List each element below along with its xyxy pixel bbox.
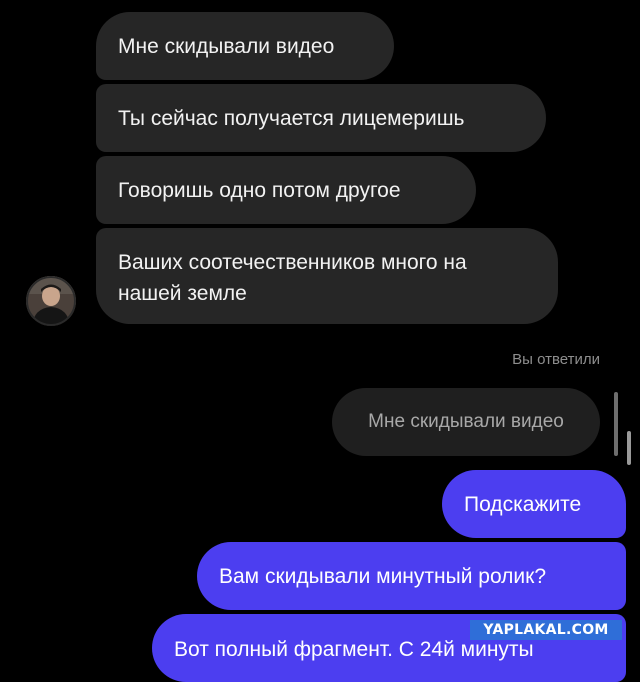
message-text: Вам скидывали минутный ролик? bbox=[219, 564, 547, 588]
quoted-message[interactable]: Мне скидывали видео bbox=[332, 388, 600, 456]
incoming-message[interactable]: Мне скидывали видео bbox=[96, 12, 394, 80]
reply-indicator-bar bbox=[614, 392, 618, 456]
avatar-image bbox=[26, 276, 76, 326]
reply-label: Вы ответили bbox=[512, 351, 600, 368]
incoming-message[interactable]: Говоришь одно потом другое bbox=[96, 156, 476, 224]
message-thread: Мне скидывали видео Ты сейчас получается… bbox=[0, 0, 640, 682]
scrollbar-thumb[interactable] bbox=[627, 431, 631, 465]
message-text: Ваших соотечественников много на нашей з… bbox=[118, 251, 467, 305]
outgoing-message[interactable]: Подскажите bbox=[442, 470, 626, 538]
message-text: Подскажите bbox=[464, 492, 582, 516]
outgoing-message[interactable]: Вам скидывали минутный ролик? bbox=[197, 542, 626, 610]
incoming-message[interactable]: Ваших соотечественников много на нашей з… bbox=[96, 228, 558, 324]
message-text: Говоришь одно потом другое bbox=[118, 178, 401, 202]
message-text: Ты сейчас получается лицемеришь bbox=[118, 106, 465, 130]
message-text: Мне скидывали видео bbox=[118, 34, 335, 58]
quoted-text: Мне скидывали видео bbox=[368, 411, 564, 432]
incoming-message[interactable]: Ты сейчас получается лицемеришь bbox=[96, 84, 546, 152]
avatar[interactable] bbox=[26, 276, 76, 326]
watermark-logo: YAPLAKAL.COM bbox=[470, 620, 622, 640]
